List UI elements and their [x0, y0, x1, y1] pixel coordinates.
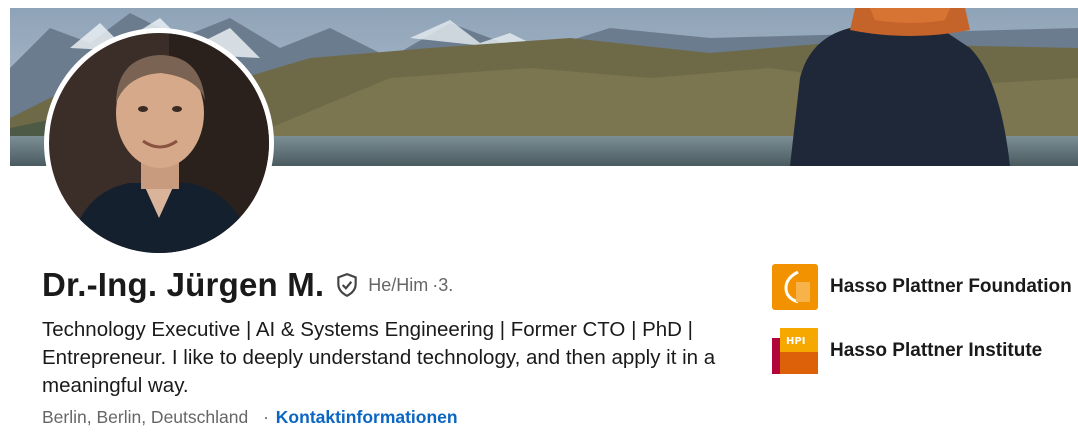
location-row: Berlin, Berlin, Deutschland · Kontaktinf…	[42, 407, 458, 428]
contact-info-link[interactable]: Kontaktinformationen	[276, 407, 458, 427]
org-item-hasso-plattner-institute[interactable]: HPI Hasso Plattner Institute	[772, 328, 1042, 374]
profile-name: Dr.-Ing. Jürgen M.	[42, 266, 325, 303]
org-item-hasso-plattner-foundation[interactable]: Hasso Plattner Foundation	[772, 264, 1072, 310]
shield-check-icon[interactable]	[334, 272, 360, 298]
separator-dot: ·	[263, 407, 269, 427]
name-row: Dr.-Ing. Jürgen M. He/Him ·3.	[42, 266, 453, 304]
org-name: Hasso Plattner Institute	[830, 340, 1043, 361]
connection-degree: ·3.	[432, 274, 454, 295]
hpi-logo: HPI	[772, 328, 818, 374]
location-text: Berlin, Berlin, Deutschland	[42, 407, 249, 427]
org-name: Hasso Plattner Foundation	[830, 276, 1072, 297]
profile-photo[interactable]	[49, 33, 269, 253]
profile-photo-frame[interactable]	[44, 28, 274, 258]
pronouns: He/Him	[368, 274, 429, 295]
profile-headline: Technology Executive | AI & Systems Engi…	[42, 318, 716, 397]
svg-text:HPI: HPI	[786, 336, 805, 347]
hpf-logo	[772, 264, 818, 310]
